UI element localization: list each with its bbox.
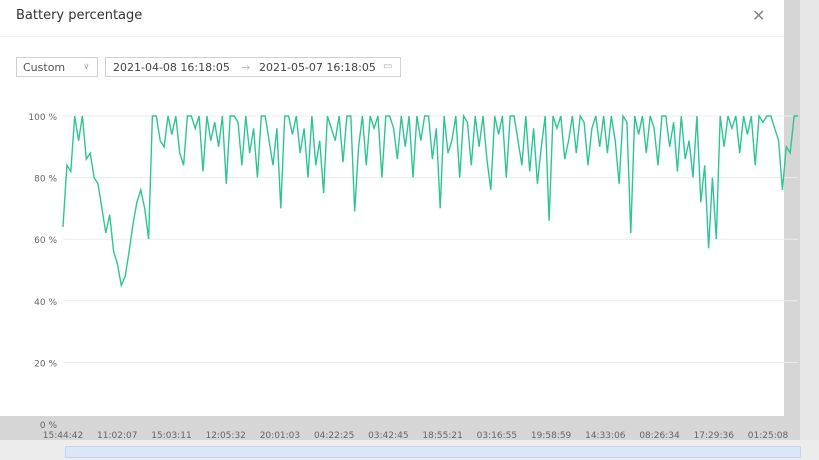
y-tick-label: 100 % [28, 113, 57, 123]
x-tick-label: 19:58:59 [531, 431, 572, 441]
battery-line-chart: 0 % 20 % 40 % 60 % 80 % 100 % 15:44:42 11:02:07… [28, 113, 798, 441]
x-tick-label: 11:02:07 [97, 431, 137, 441]
y-tick-label: 80 % [34, 175, 57, 185]
y-tick-label: 40 % [34, 298, 57, 308]
x-tick-label: 18:55:21 [422, 431, 462, 441]
x-tick-label: 12:05:32 [205, 431, 245, 441]
x-tick-label: 01:25:08 [748, 431, 789, 441]
x-tick-label: 03:42:45 [368, 431, 408, 441]
x-tick-label: 20:01:03 [260, 431, 300, 441]
x-tick-label: 17:29:36 [694, 431, 735, 441]
x-tick-label: 08:26:34 [639, 431, 680, 441]
y-tick-label: 60 % [34, 236, 57, 246]
x-tick-label: 03:16:55 [477, 431, 517, 441]
x-tick-label: 14:33:06 [585, 431, 626, 441]
data-zoom-slider[interactable] [65, 446, 801, 458]
y-tick-label: 0 % [40, 421, 58, 431]
x-tick-label: 15:03:11 [151, 431, 191, 441]
x-tick-label: 04:22:25 [314, 431, 354, 441]
y-tick-label: 20 % [34, 359, 57, 369]
battery-series-line [62, 113, 798, 288]
x-tick-label: 15:44:42 [43, 431, 83, 441]
